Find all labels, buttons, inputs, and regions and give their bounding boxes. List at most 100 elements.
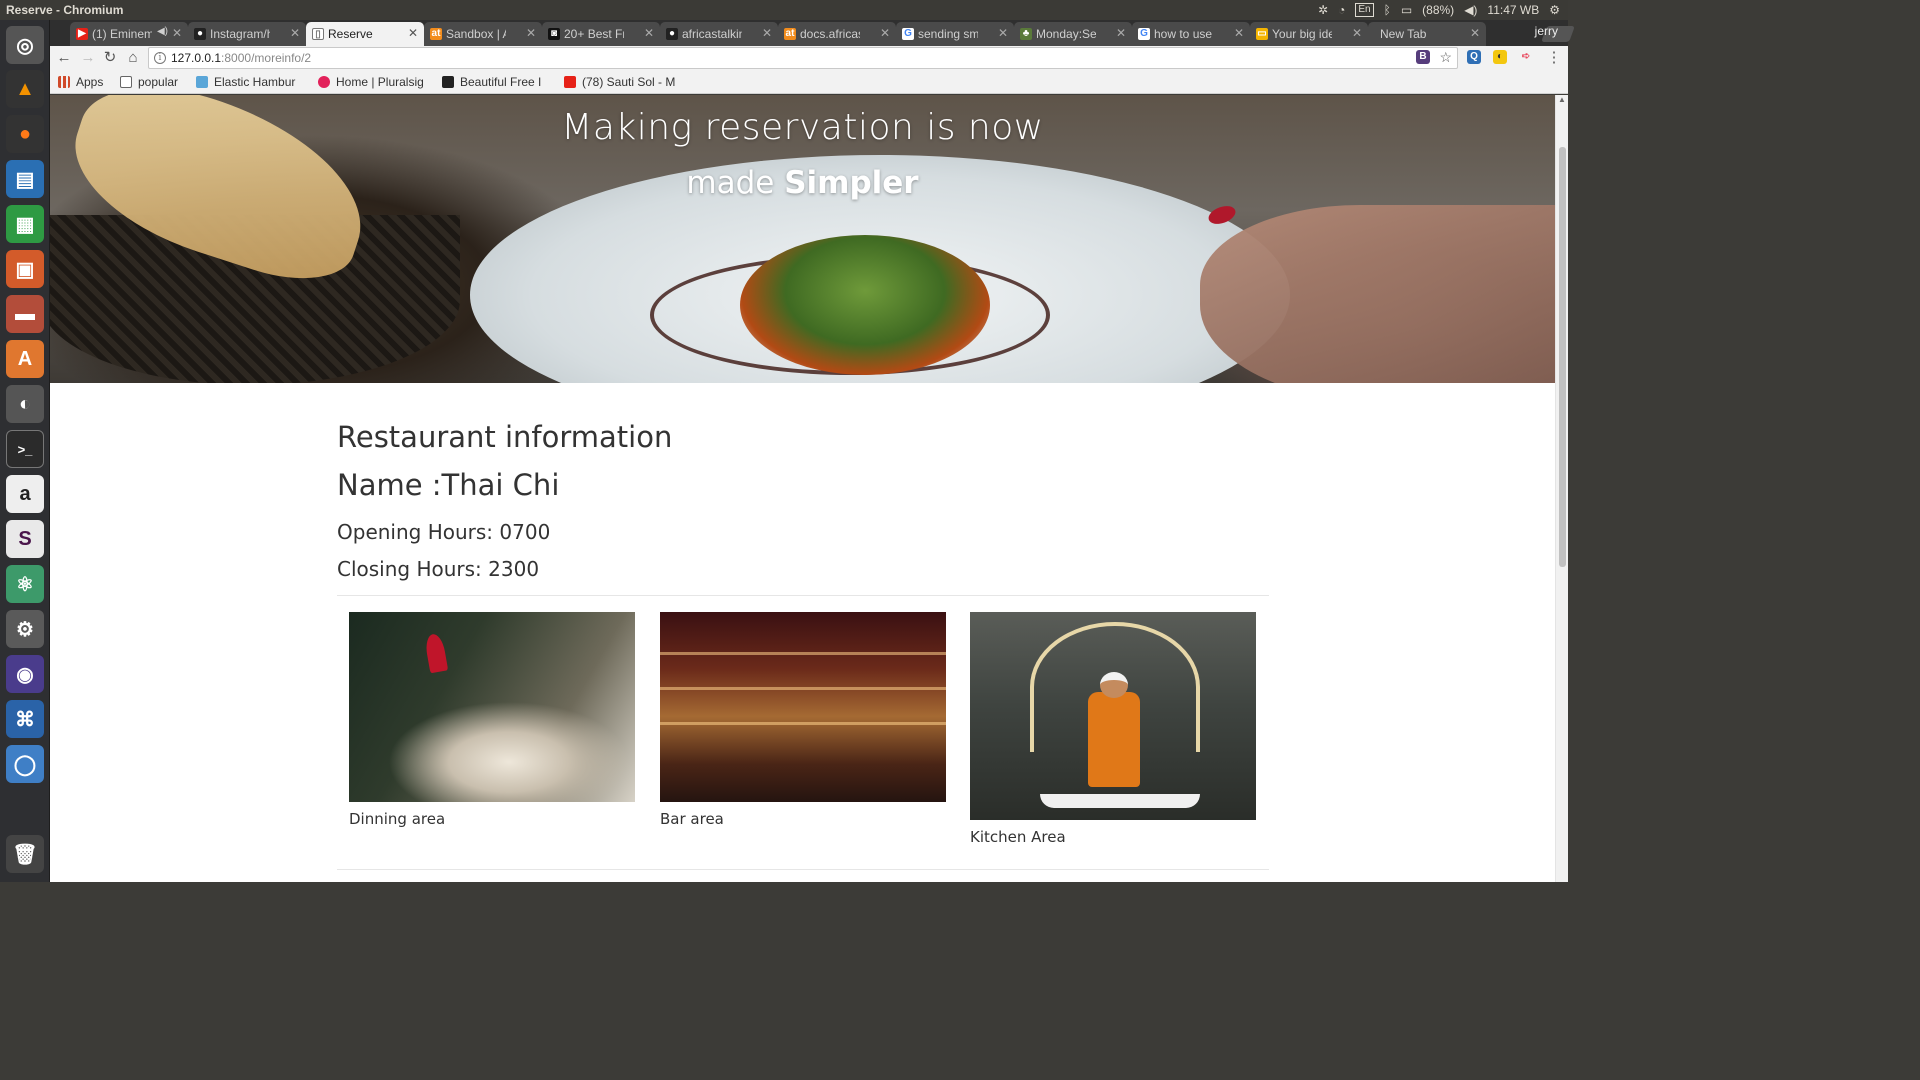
reload-icon[interactable]: ↻ [100, 48, 120, 68]
battery-icon[interactable]: ▭ [1401, 3, 1412, 17]
tab-instagram[interactable]: ● Instagram/h ✕ [188, 22, 306, 46]
impress-icon[interactable]: ▣ [6, 250, 44, 288]
page-scrollbar[interactable]: ▲ [1555, 95, 1568, 882]
gallery-item-dining[interactable]: Dinning area [349, 612, 635, 828]
system-settings-icon[interactable]: ⚙ [6, 610, 44, 648]
bookmark-star-icon[interactable]: ☆ [1439, 49, 1452, 66]
tab-label: Sandbox | Af [446, 27, 506, 41]
chef-image [1088, 692, 1140, 787]
bluetooth-icon[interactable]: ᛒ [1384, 3, 1391, 17]
shelf-light [660, 722, 946, 725]
bar-area-photo[interactable] [660, 612, 946, 802]
tab-docs-africastalking[interactable]: at docs.africas ✕ [778, 22, 896, 46]
calc-icon[interactable]: ▦ [6, 205, 44, 243]
gallery-item-bar[interactable]: Bar area [660, 612, 946, 828]
info-icon[interactable]: i [154, 52, 166, 64]
tab-how-to-use[interactable]: G how to use a ✕ [1132, 22, 1250, 46]
url-host: 127.0.0.1 [171, 51, 222, 65]
bookmark-pluralsight[interactable]: Home | Pluralsig [318, 74, 432, 90]
eclipse-icon[interactable]: ◉ [6, 655, 44, 693]
files-icon[interactable]: ▬ [6, 295, 44, 333]
close-icon[interactable]: ✕ [526, 26, 536, 40]
tab-best-free[interactable]: ◙ 20+ Best Fre ✕ [542, 22, 660, 46]
chef-head-image [1100, 672, 1128, 698]
arrow-extension-icon[interactable]: ➪ [1519, 50, 1533, 64]
bookmark-elastic[interactable]: Elastic Hambur [196, 74, 308, 90]
scroll-up-arrow-icon[interactable]: ▲ [1558, 95, 1566, 104]
kitchen-area-photo[interactable] [970, 612, 1256, 820]
atom-icon[interactable]: ⚛ [6, 565, 44, 603]
settings-icon[interactable]: ✲ [1318, 3, 1328, 17]
wifi-icon[interactable]: ◔ [1338, 3, 1345, 17]
africastalking-icon: at [784, 28, 796, 40]
close-icon[interactable]: ✕ [998, 26, 1008, 40]
scroll-thumb[interactable] [1559, 147, 1566, 567]
menu-icon[interactable]: ⋮ [1544, 48, 1564, 68]
trash-icon[interactable]: 🗑 [6, 835, 44, 873]
window-title: Reserve - Chromium [6, 3, 124, 17]
tab-new-tab[interactable]: New Tab ✕ [1368, 22, 1486, 46]
forward-icon[interactable]: → [78, 48, 98, 68]
hero-title: Making reservation is now [561, 107, 1044, 148]
close-icon[interactable]: ✕ [1352, 26, 1362, 40]
vscode-icon[interactable]: ⌘ [6, 700, 44, 738]
terminal-icon[interactable]: >_ [6, 430, 44, 468]
close-icon[interactable]: ✕ [290, 26, 300, 40]
power-icon[interactable]: ⚙ [1549, 3, 1560, 17]
software-center-icon[interactable]: A [6, 340, 44, 378]
restaurant-name: Name :Thai Chi [337, 468, 560, 502]
close-icon[interactable]: ✕ [1234, 26, 1244, 40]
bookmarks-bar: Apps popular Elastic Hambur Home | Plura… [50, 70, 1568, 94]
bookmark-apps[interactable]: Apps [58, 74, 103, 90]
unity-launcher: ◎ ▲ ● ▤ ▦ ▣ ▬ A ◐ >_ a S ⚛ ⚙ ◉ ⌘ ◯ 🗑 [0, 20, 50, 882]
battery-percentage: (88%) [1422, 3, 1455, 17]
bookmark-label: Home | Pluralsig [336, 75, 424, 89]
close-icon[interactable]: ✕ [762, 26, 772, 40]
speaker-icon[interactable]: ◀) [157, 26, 168, 37]
moon-extension-icon[interactable]: ◐ [1493, 50, 1507, 64]
keyboard-layout-indicator[interactable]: En [1355, 3, 1374, 17]
writer-icon[interactable]: ▤ [6, 160, 44, 198]
search-extension-icon[interactable]: Q [1467, 50, 1481, 64]
profile-name[interactable]: jerry [1535, 24, 1558, 38]
youtube-icon: ▶ [76, 28, 88, 40]
tab-monday[interactable]: ♣ Monday:Sen ✕ [1014, 22, 1132, 46]
bookmark-beautiful-free[interactable]: Beautiful Free I [442, 74, 554, 90]
close-icon[interactable]: ✕ [408, 26, 418, 40]
google-icon: G [902, 28, 914, 40]
ubuntu-dash-icon[interactable]: ◎ [6, 26, 44, 64]
chromium-icon[interactable]: ◯ [6, 745, 44, 783]
tab-sandbox[interactable]: at Sandbox | Af ✕ [424, 22, 542, 46]
clock[interactable]: 11:47 WB [1487, 3, 1539, 17]
bookmark-label: Apps [76, 75, 104, 89]
tab-your-big-idea[interactable]: ▭ Your big ide ✕ [1250, 22, 1368, 46]
home-icon[interactable]: ⌂ [123, 48, 143, 68]
tab-sending-sms[interactable]: G sending sms ✕ [896, 22, 1014, 46]
close-icon[interactable]: ✕ [644, 26, 654, 40]
camera-icon [442, 76, 454, 88]
tab-reserve[interactable]: ▯ Reserve ✕ [306, 22, 424, 46]
close-icon[interactable]: ✕ [880, 26, 890, 40]
volume-icon[interactable]: ◀) [1464, 3, 1477, 17]
address-bar[interactable]: i 127.0.0.1:8000/moreinfo/2 ☆ [148, 47, 1458, 69]
slack-icon[interactable]: S [6, 520, 44, 558]
back-icon[interactable]: ← [54, 48, 74, 68]
disk-usage-icon[interactable]: ◐ [6, 385, 44, 423]
firefox-icon[interactable]: ● [6, 115, 44, 153]
tab-eminem[interactable]: ▶ (1) Eminem ◀) ✕ [70, 22, 188, 46]
bootstrap-extension-icon[interactable]: B [1416, 50, 1430, 64]
bookmark-sauti-sol[interactable]: (78) Sauti Sol - M [564, 74, 676, 90]
hero-subtitle-prefix: made [686, 165, 775, 201]
close-icon[interactable]: ✕ [1470, 26, 1480, 40]
youtube-icon [564, 76, 576, 88]
dining-area-photo[interactable] [349, 612, 635, 802]
url-path: :8000/moreinfo/2 [221, 51, 312, 65]
bookmark-label: Elastic Hambur [214, 75, 296, 89]
tab-africastalking-github[interactable]: ● africastalkin ✕ [660, 22, 778, 46]
amazon-icon[interactable]: a [6, 475, 44, 513]
close-icon[interactable]: ✕ [1116, 26, 1126, 40]
bookmark-popular[interactable]: popular [120, 74, 178, 90]
close-icon[interactable]: ✕ [172, 26, 182, 40]
vlc-icon[interactable]: ▲ [6, 70, 44, 108]
gallery-item-kitchen[interactable]: Kitchen Area [970, 612, 1256, 846]
